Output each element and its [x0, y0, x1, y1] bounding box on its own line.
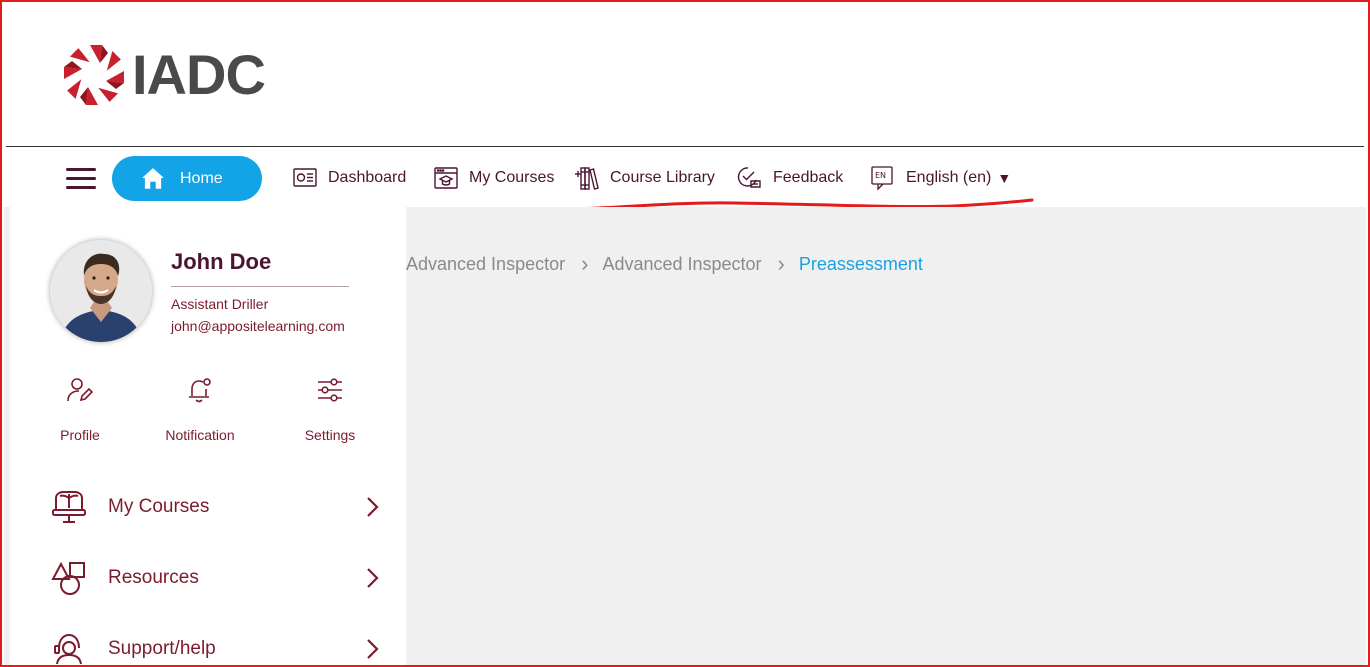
shapes-icon: [51, 561, 85, 595]
user-name: John Doe: [171, 249, 272, 274]
chevron-right-icon: [367, 497, 379, 517]
menu-support-label: Support/help: [108, 638, 216, 659]
nav-my-courses[interactable]: My Courses: [433, 162, 554, 194]
courses-icon: [434, 167, 458, 189]
home-label: Home: [180, 169, 223, 187]
user-sidebar: John Doe Assistant Driller john@apposite…: [4, 207, 406, 665]
breadcrumb-item[interactable]: Advanced Inspector: [602, 254, 761, 275]
bell-icon: [189, 378, 211, 403]
caret-down-icon: ▼: [997, 170, 1012, 186]
language-label: English (en): [906, 169, 992, 186]
nav-course-library-label: Course Library: [610, 169, 715, 186]
settings-label: Settings: [304, 427, 356, 443]
user-email: john@appositelearning.com: [171, 318, 345, 334]
settings-button[interactable]: Settings: [275, 375, 385, 443]
monitor-book-icon: [52, 491, 86, 523]
menu-resources-label: Resources: [108, 567, 199, 588]
profile-button[interactable]: Profile: [25, 375, 135, 443]
nav-course-library[interactable]: Course Library: [574, 162, 715, 194]
svg-text:EN: EN: [875, 171, 886, 180]
notification-button[interactable]: Notification: [145, 375, 255, 443]
avatar[interactable]: [50, 240, 152, 342]
feedback-icon: [737, 167, 761, 188]
sidebar-edge: [4, 207, 10, 665]
profile-label: Profile: [60, 427, 100, 443]
menu-resources[interactable]: Resources: [50, 556, 380, 600]
logo-text: IADC: [132, 43, 266, 106]
notification-label: Notification: [165, 427, 235, 443]
nav-my-courses-label: My Courses: [469, 169, 555, 186]
language-selector[interactable]: EN English (en) ▼: [870, 162, 1011, 194]
user-role: Assistant Driller: [171, 296, 269, 312]
hamburger-menu-icon[interactable]: [66, 168, 96, 190]
home-button[interactable]: Home: [112, 156, 262, 201]
chevron-right-icon: ›: [777, 251, 785, 276]
profile-edit-icon: [67, 378, 94, 402]
sliders-icon: [318, 378, 342, 402]
menu-my-courses-label: My Courses: [108, 496, 210, 517]
menu-my-courses[interactable]: My Courses: [50, 485, 380, 529]
nav-feedback-label: Feedback: [773, 169, 844, 186]
header-divider: [6, 146, 1364, 147]
nav-feedback[interactable]: Feedback: [737, 162, 843, 194]
iadc-logo[interactable]: IADC: [62, 42, 266, 107]
language-icon: EN: [871, 166, 893, 191]
main-content: Advanced Inspector › Advanced Inspector …: [406, 207, 1366, 665]
breadcrumb-item[interactable]: Advanced Inspector: [406, 254, 565, 275]
top-nav: Home Dashboard My Courses Course Library…: [4, 148, 1366, 213]
home-icon: [142, 167, 164, 189]
support-icon: [54, 633, 82, 665]
library-icon: [575, 167, 599, 190]
dashboard-icon: [293, 168, 317, 187]
menu-support-help[interactable]: Support/help: [50, 627, 380, 665]
nav-dashboard-label: Dashboard: [328, 169, 407, 186]
header: IADC: [4, 2, 1366, 146]
chevron-right-icon: [367, 568, 379, 588]
iadc-logo-icon: [64, 44, 124, 105]
user-photo: [50, 240, 152, 342]
nav-dashboard[interactable]: Dashboard: [292, 162, 406, 194]
breadcrumb: Advanced Inspector › Advanced Inspector …: [406, 251, 923, 277]
chevron-right-icon: ›: [581, 251, 589, 276]
app-window: IADC Home Dashboard My Courses Course Li…: [4, 2, 1366, 665]
chevron-right-icon: [367, 639, 379, 659]
breadcrumb-current: Preassessment: [798, 253, 923, 274]
user-divider: [171, 286, 349, 287]
